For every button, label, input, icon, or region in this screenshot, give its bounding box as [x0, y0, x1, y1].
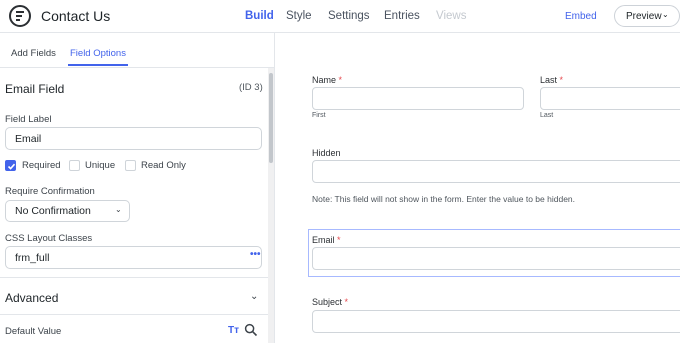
top-bar: Contact Us Build Style Settings Entries …	[0, 0, 680, 35]
tab-add-fields[interactable]: Add Fields	[11, 48, 56, 59]
formidable-logo-icon[interactable]	[9, 5, 31, 27]
read-only-checkbox[interactable]	[125, 160, 136, 171]
field-label-caption: Field Label	[5, 114, 52, 125]
subject-field-label: Subject *	[312, 297, 348, 307]
unique-checkbox[interactable]	[69, 160, 80, 171]
form-builder-canvas: Name * First Last * Last Hidden Note: Th…	[276, 33, 680, 343]
required-marker: *	[337, 235, 341, 245]
subject-input[interactable]	[312, 310, 680, 333]
required-marker: *	[344, 297, 349, 307]
email-field-label: Email *	[312, 235, 341, 245]
embed-button[interactable]: Embed	[565, 11, 597, 22]
sidebar-tabs: Add Fields Field Options	[0, 33, 275, 68]
nav-build[interactable]: Build	[245, 10, 274, 35]
last-field-label: Last *	[540, 75, 563, 85]
chevron-down-icon: ⌄	[115, 205, 122, 214]
last-name-input[interactable]	[540, 87, 680, 110]
hidden-field-note: Note: This field will not show in the fo…	[312, 194, 576, 204]
chevron-down-icon: ⌄	[662, 10, 669, 19]
nav-entries[interactable]: Entries	[384, 10, 420, 22]
first-name-input[interactable]	[312, 87, 524, 110]
search-icon[interactable]	[244, 323, 258, 342]
name-label-text: Name	[312, 75, 337, 85]
subject-label-text: Subject	[312, 297, 343, 307]
field-type-title: Email Field	[5, 82, 65, 96]
require-confirmation-select[interactable]: No Confirmation ⌄	[5, 200, 130, 222]
css-classes-caption: CSS Layout Classes	[5, 233, 93, 244]
more-options-icon[interactable]: •••	[250, 249, 261, 260]
nav-settings[interactable]: Settings	[328, 10, 370, 22]
field-id: (ID 3)	[239, 82, 263, 93]
last-label-text: Last	[540, 75, 558, 85]
form-title: Contact Us	[41, 8, 111, 24]
sidebar-scrollbar-thumb[interactable]	[269, 73, 273, 163]
required-checkbox[interactable]	[5, 160, 16, 171]
require-confirmation-caption: Require Confirmation	[5, 186, 95, 197]
first-sub-label: First	[312, 112, 326, 119]
chevron-down-icon[interactable]: ⌄	[250, 291, 258, 302]
required-label: Required	[22, 160, 61, 171]
nav-views[interactable]: Views	[436, 10, 466, 22]
css-classes-value: frm_full	[15, 252, 50, 264]
email-input[interactable]	[312, 247, 680, 270]
divider	[0, 314, 268, 315]
required-marker: *	[338, 75, 343, 85]
hidden-input[interactable]	[312, 160, 680, 183]
unique-label: Unique	[85, 160, 116, 171]
last-sub-label: Last	[540, 112, 554, 119]
read-only-label: Read Only	[141, 160, 186, 171]
email-label-text: Email	[312, 235, 335, 245]
css-classes-input[interactable]: frm_full •••	[5, 246, 262, 269]
preview-label: Preview	[626, 11, 662, 22]
field-options-sidebar: Add Fields Field Options Email Field (ID…	[0, 33, 275, 343]
preview-button[interactable]: Preview ⌄	[614, 5, 680, 27]
hidden-field-label: Hidden	[312, 148, 341, 158]
require-confirmation-value: No Confirmation	[15, 205, 91, 217]
name-field-label: Name *	[312, 75, 342, 85]
default-value-caption: Default Value	[5, 326, 62, 337]
nav-style[interactable]: Style	[286, 10, 312, 22]
smart-tags-icon[interactable]: Tт	[228, 325, 239, 336]
divider	[0, 277, 268, 278]
tab-field-options[interactable]: Field Options	[68, 48, 128, 66]
required-marker: *	[559, 75, 564, 85]
advanced-section-title[interactable]: Advanced	[5, 291, 58, 305]
field-label-input[interactable]: Email	[5, 127, 262, 150]
